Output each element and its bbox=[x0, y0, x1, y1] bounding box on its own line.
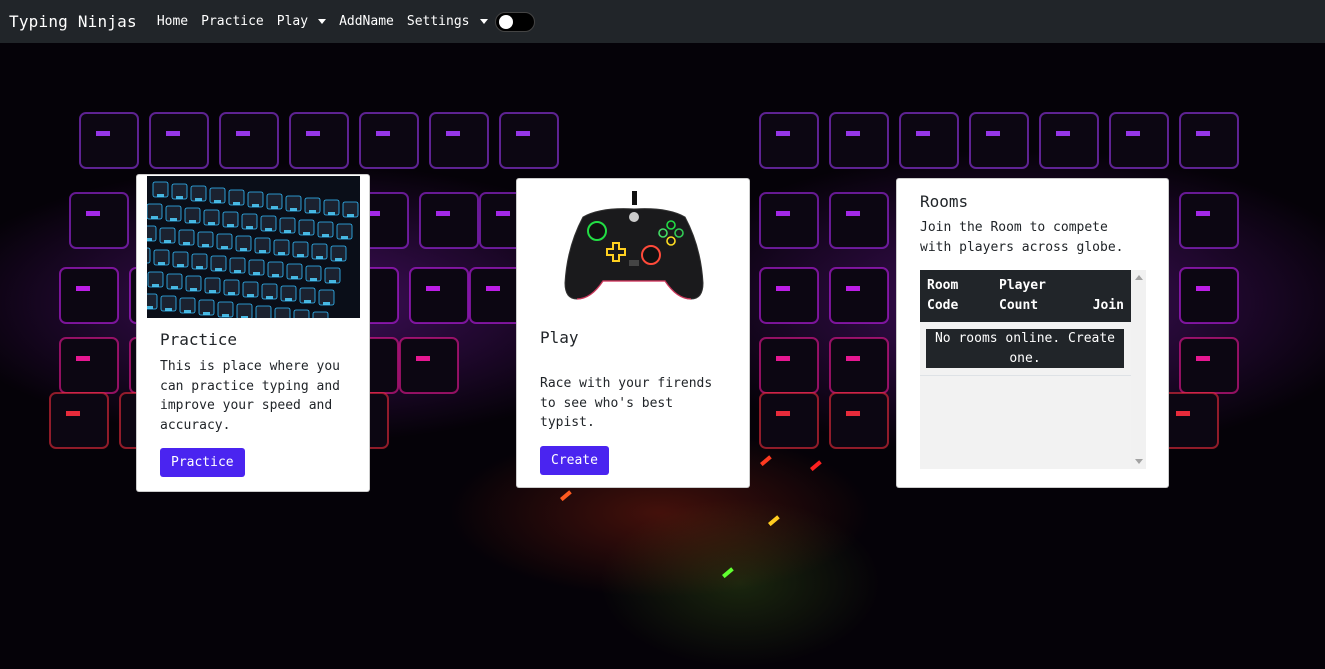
nav-home-label: Home bbox=[156, 14, 189, 29]
navbar: Typing Ninjas Home Practice Play AddName… bbox=[0, 0, 1325, 43]
rooms-card: Rooms Join the Room to compete with play… bbox=[896, 178, 1169, 488]
nav-practice[interactable]: Practice bbox=[201, 14, 264, 29]
theme-toggle[interactable] bbox=[494, 11, 535, 32]
rooms-table-container[interactable]: Room Code Player Count Join No rooms onl… bbox=[920, 270, 1146, 469]
gamepad-image bbox=[561, 187, 707, 305]
practice-button[interactable]: Practice bbox=[160, 448, 245, 477]
nav-practice-label: Practice bbox=[201, 14, 264, 29]
nav-play-dropdown[interactable]: Play bbox=[276, 14, 327, 29]
table-header: Room Code Player Count Join bbox=[920, 270, 1131, 322]
play-card-title: Play bbox=[540, 328, 579, 347]
caret-down-icon bbox=[479, 19, 488, 24]
play-card: Play Race with your firends to see who's… bbox=[516, 178, 750, 488]
header-join: Join bbox=[1092, 298, 1124, 313]
scroll-up-icon[interactable] bbox=[1135, 275, 1143, 280]
practice-card-title: Practice bbox=[160, 330, 238, 349]
rooms-card-text: Join the Room to compete with players ac… bbox=[920, 220, 1124, 255]
nav-play-label: Play bbox=[276, 14, 309, 29]
create-button[interactable]: Create bbox=[540, 446, 609, 475]
practice-card: Practice This is place where you can pra… bbox=[136, 174, 370, 492]
header-room-code: Room Code bbox=[927, 278, 959, 313]
caret-down-icon bbox=[318, 19, 327, 24]
practice-card-text: This is place where you can practice typ… bbox=[160, 359, 341, 433]
header-player-count: Player Count bbox=[999, 278, 1046, 313]
toggle-knob bbox=[498, 14, 513, 29]
nav-settings-label: Settings bbox=[406, 14, 470, 29]
scroll-down-icon[interactable] bbox=[1135, 459, 1143, 464]
nav-addname-label: AddName bbox=[339, 14, 394, 29]
rooms-table: Room Code Player Count Join No rooms onl… bbox=[920, 270, 1131, 376]
nav-settings-dropdown[interactable]: Settings bbox=[407, 14, 488, 29]
brand-logo[interactable]: Typing Ninjas bbox=[9, 12, 137, 31]
keyboard-image bbox=[147, 176, 360, 318]
nav-home[interactable]: Home bbox=[157, 14, 188, 29]
play-card-text: Race with your firends to see who's best… bbox=[540, 376, 713, 430]
table-body: No rooms online. Create one. bbox=[920, 322, 1131, 376]
rooms-card-title: Rooms bbox=[920, 192, 969, 211]
nav-addname[interactable]: AddName bbox=[339, 14, 394, 29]
empty-rooms-message: No rooms online. Create one. bbox=[926, 329, 1124, 368]
scrollbar[interactable] bbox=[1131, 270, 1146, 469]
